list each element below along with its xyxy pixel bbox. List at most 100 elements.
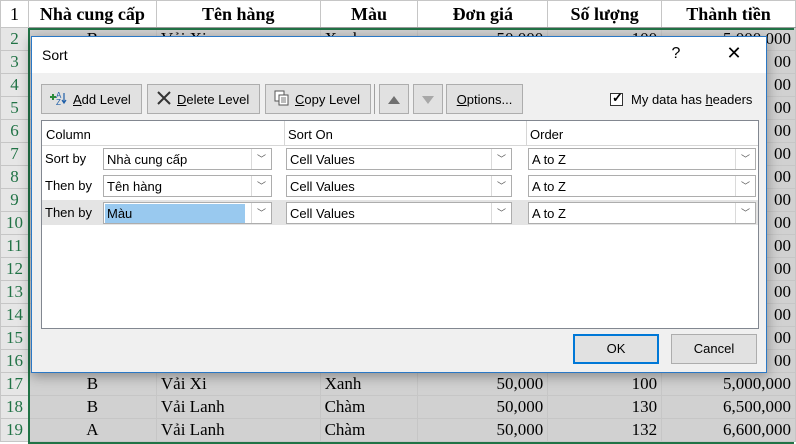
row-number[interactable]: 8 bbox=[0, 165, 29, 189]
sort-level-row[interactable]: Then by Tên hàng ﹀ Cell Values ﹀ A to Z ﹀ bbox=[42, 173, 758, 198]
delete-x-icon bbox=[156, 90, 172, 109]
chevron-down-icon: ﹀ bbox=[735, 203, 755, 223]
copy-level-button[interactable]: Copy Level bbox=[265, 84, 371, 114]
table-row: 18 B Vải Lanh Chàm 50,000 130 6,500,000 bbox=[0, 395, 796, 419]
header-item[interactable]: Tên hàng bbox=[155, 0, 321, 28]
row-number[interactable]: 12 bbox=[0, 257, 29, 281]
header-supplier[interactable]: Nhà cung cấp bbox=[27, 0, 157, 28]
cell[interactable]: A bbox=[27, 418, 157, 442]
cell[interactable]: 6,600,000 bbox=[661, 418, 796, 442]
cell[interactable]: 6,500,000 bbox=[661, 395, 796, 419]
header-qty[interactable]: Số lượng bbox=[547, 0, 663, 28]
cell[interactable]: 50,000 bbox=[417, 418, 549, 442]
cell[interactable]: Vải Xi bbox=[155, 372, 321, 396]
has-headers-checkbox[interactable]: ✓ My data has headers bbox=[610, 90, 753, 107]
cell[interactable]: 50,000 bbox=[417, 372, 549, 396]
level-label: Then by bbox=[45, 178, 92, 193]
cell[interactable]: 132 bbox=[547, 418, 663, 442]
help-button[interactable]: ? bbox=[666, 45, 686, 65]
ok-button[interactable]: OK bbox=[573, 334, 659, 364]
svg-text:Z: Z bbox=[56, 98, 61, 106]
column-header-sort-on: Sort On bbox=[288, 127, 333, 142]
sort-level-row-selected[interactable]: Then by Màu ﹀ Cell Values ﹀ A to Z ﹀ bbox=[42, 200, 758, 225]
cell[interactable]: Xanh bbox=[319, 372, 419, 396]
cell[interactable]: 130 bbox=[547, 395, 663, 419]
row-number[interactable]: 14 bbox=[0, 303, 29, 327]
column-select[interactable]: Tên hàng ﹀ bbox=[103, 175, 272, 197]
delete-level-button[interactable]: Delete Level bbox=[147, 84, 260, 114]
chevron-down-icon: ﹀ bbox=[251, 176, 271, 196]
cell[interactable]: Chàm bbox=[319, 395, 419, 419]
cell[interactable]: B bbox=[27, 372, 157, 396]
column-header-column: Column bbox=[46, 127, 91, 142]
row-number[interactable]: 9 bbox=[0, 188, 29, 212]
row-number[interactable]: 17 bbox=[0, 372, 29, 396]
row-number[interactable]: 4 bbox=[0, 73, 29, 97]
cell[interactable]: Vải Lanh bbox=[155, 395, 321, 419]
sort-levels-list: Column Sort On Order Sort by Nhà cung cấ… bbox=[41, 120, 759, 329]
row-number[interactable]: 13 bbox=[0, 280, 29, 304]
header-price[interactable]: Đơn giá bbox=[417, 0, 549, 28]
sort-dialog: Sort ? ✕ AZ Add Level Delete Level Copy … bbox=[31, 36, 767, 373]
sort-on-select[interactable]: Cell Values ﹀ bbox=[286, 202, 512, 224]
row-number[interactable]: 7 bbox=[0, 142, 29, 166]
sort-on-select[interactable]: Cell Values ﹀ bbox=[286, 148, 512, 170]
sort-on-select[interactable]: Cell Values ﹀ bbox=[286, 175, 512, 197]
dialog-title: Sort bbox=[42, 47, 68, 63]
row-number[interactable]: 19 bbox=[0, 418, 29, 442]
add-level-label: Add Level bbox=[73, 91, 131, 107]
arrow-down-icon bbox=[422, 92, 434, 107]
delete-level-label: Delete Level bbox=[177, 91, 250, 107]
add-level-icon: AZ bbox=[50, 90, 68, 109]
close-button[interactable]: ✕ bbox=[722, 43, 746, 67]
cell[interactable]: 50,000 bbox=[417, 395, 549, 419]
sort-level-row[interactable]: Sort by Nhà cung cấp ﹀ Cell Values ﹀ A to … bbox=[42, 146, 758, 171]
table-row: 19 A Vải Lanh Chàm 50,000 132 6,600,000 bbox=[0, 418, 796, 442]
level-label: Sort by bbox=[45, 151, 87, 166]
toolbar-separator bbox=[374, 84, 375, 114]
row-number[interactable]: 3 bbox=[0, 50, 29, 74]
row-number[interactable]: 11 bbox=[0, 234, 29, 258]
cancel-button[interactable]: Cancel bbox=[671, 334, 757, 364]
options-label: Options... bbox=[456, 91, 513, 107]
chevron-down-icon: ﹀ bbox=[251, 149, 271, 169]
row-number[interactable]: 10 bbox=[0, 211, 29, 235]
order-select[interactable]: A to Z ﹀ bbox=[528, 202, 756, 224]
move-down-button[interactable] bbox=[413, 84, 443, 114]
header-total[interactable]: Thành tiền bbox=[661, 0, 796, 28]
row-number[interactable]: 2 bbox=[0, 27, 29, 51]
cell[interactable]: B bbox=[27, 395, 157, 419]
copy-icon bbox=[274, 90, 290, 109]
header-color[interactable]: Màu bbox=[319, 0, 419, 28]
chevron-down-icon: ﹀ bbox=[491, 176, 511, 196]
cell[interactable]: Vải Lanh bbox=[155, 418, 321, 442]
cell[interactable]: 100 bbox=[547, 372, 663, 396]
copy-level-label: Copy Level bbox=[295, 91, 361, 107]
row-number[interactable]: 15 bbox=[0, 326, 29, 350]
options-button[interactable]: Options... bbox=[446, 84, 523, 114]
chevron-down-icon: ﹀ bbox=[251, 203, 271, 223]
dialog-titlebar[interactable]: Sort ? ✕ bbox=[32, 37, 766, 73]
chevron-down-icon: ﹀ bbox=[491, 203, 511, 223]
column-select[interactable]: Màu ﹀ bbox=[103, 202, 272, 224]
order-select[interactable]: A to Z ﹀ bbox=[528, 148, 756, 170]
row-number[interactable]: 18 bbox=[0, 395, 29, 419]
column-header-order: Order bbox=[530, 127, 564, 142]
checkmark-icon: ✓ bbox=[612, 90, 623, 105]
row-number[interactable]: 16 bbox=[0, 349, 29, 373]
has-headers-label: My data has headers bbox=[631, 92, 753, 107]
chevron-down-icon: ﹀ bbox=[735, 149, 755, 169]
order-select[interactable]: A to Z ﹀ bbox=[528, 175, 756, 197]
add-level-button[interactable]: AZ Add Level bbox=[41, 84, 142, 114]
row-header-1[interactable]: 1 bbox=[0, 0, 29, 28]
row-number[interactable]: 5 bbox=[0, 96, 29, 120]
chevron-down-icon: ﹀ bbox=[491, 149, 511, 169]
arrow-up-icon bbox=[388, 92, 400, 107]
checkbox-box[interactable]: ✓ bbox=[610, 90, 623, 106]
cell[interactable]: Chàm bbox=[319, 418, 419, 442]
column-select[interactable]: Nhà cung cấp ﹀ bbox=[103, 148, 272, 170]
table-row: 17 B Vải Xi Xanh 50,000 100 5,000,000 bbox=[0, 372, 796, 396]
row-number[interactable]: 6 bbox=[0, 119, 29, 143]
move-up-button[interactable] bbox=[379, 84, 409, 114]
cell[interactable]: 5,000,000 bbox=[661, 372, 796, 396]
